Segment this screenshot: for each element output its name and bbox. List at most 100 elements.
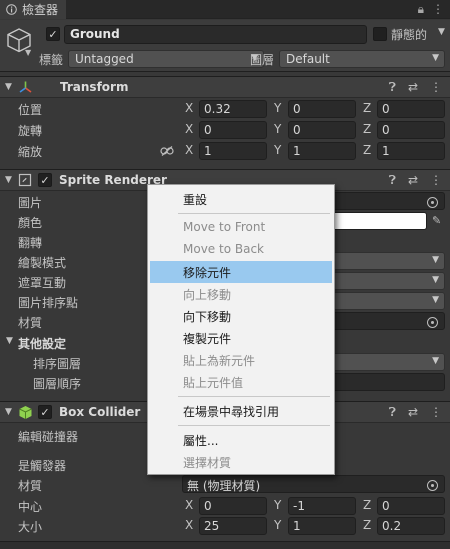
chevron-down-icon: ▼ [432,275,439,285]
static-dropdown-icon[interactable]: ▼ [438,27,445,37]
axis-y-label[interactable]: Y [274,101,281,115]
object-picker-icon[interactable] [427,317,438,328]
presets-icon[interactable]: ⇄ [408,173,418,188]
layer-label: 圖層 [250,53,275,67]
lock-icon[interactable]: 🔒︎ [418,2,424,17]
center-z-field[interactable]: 0 [377,497,445,515]
component-context-menu: 重設 Move to Front Move to Back 移除元件 向上移動 … [147,184,335,475]
menu-item-copy-component[interactable]: 複製元件 [150,327,332,349]
scale-row: 縮放 X 1 Y 1 Z 1 [0,141,450,161]
sprite-renderer-enabled-checkbox[interactable]: ✓ [38,173,52,187]
scale-y-field[interactable]: 1 [288,142,356,160]
menu-item-remove-component[interactable]: 移除元件 [150,261,332,283]
menu-item-properties[interactable]: 屬性... [150,429,332,451]
center-y-field[interactable]: -1 [288,497,356,515]
foldout-arrow-icon[interactable]: ▼ [5,175,12,185]
box-collider-enabled-checkbox[interactable]: ✓ [38,405,52,419]
object-picker-icon[interactable] [427,197,438,208]
order-in-layer-label: 圖層順序 [33,377,82,391]
kebab-menu-icon[interactable]: ⋮ [430,80,442,95]
axis-y-label[interactable]: Y [274,518,281,532]
size-z-field[interactable]: 0.2 [377,517,445,535]
box-collider-title: Box Collider [59,405,141,419]
active-checkbox[interactable]: ✓ [46,27,60,41]
tab-bar: 檢查器 🔒︎ ⋮ [0,0,450,19]
presets-icon[interactable]: ⇄ [408,80,418,95]
kebab-menu-icon[interactable]: ⋮ [430,173,442,188]
material-label: 材質 [18,316,43,330]
menu-item-paste-as-new[interactable]: 貼上為新元件 [150,349,332,371]
tab-inspector[interactable]: 檢查器 [0,0,67,19]
axis-z-label[interactable]: Z [363,122,371,136]
link-icon[interactable] [160,145,174,157]
kebab-menu-icon[interactable]: ⋮ [430,405,442,420]
collider-material-value: 無 (物理材質) [187,479,261,493]
tag-dropdown[interactable]: Untagged ▼ [68,50,264,68]
rotation-row: 旋轉 X 0 Y 0 Z 0 [0,120,450,140]
transform-header[interactable]: ▼ Transform ❓︎ ⇄ ⋮ [0,76,450,98]
axis-x-label[interactable]: X [185,143,193,157]
chevron-down-icon: ▼ [432,295,439,305]
collider-material-row: 材質 無 (物理材質) [0,475,450,495]
position-y-field[interactable]: 0 [288,100,356,118]
edit-collider-label: 編輯碰撞器 [18,430,79,444]
axis-z-label[interactable]: Z [363,518,371,532]
center-x-field[interactable]: 0 [199,497,267,515]
menu-item-move-to-back[interactable]: Move to Back [150,239,332,261]
collider-material-field[interactable]: 無 (物理材質) [182,475,445,493]
sprite-renderer-icon [18,173,32,187]
next-component-header [0,541,450,549]
foldout-arrow-icon[interactable]: ▼ [6,336,13,346]
is-trigger-label: 是觸發器 [18,459,67,473]
transform-icon [19,81,32,93]
rotation-y-field[interactable]: 0 [288,121,356,139]
axis-y-label[interactable]: Y [274,122,281,136]
menu-item-move-up[interactable]: 向上移動 [150,283,332,305]
scale-x-field[interactable]: 1 [199,142,267,160]
axis-y-label[interactable]: Y [274,498,281,512]
chevron-down-icon: ▼ [432,53,439,63]
menu-item-paste-values[interactable]: 貼上元件值 [150,371,332,393]
icon-dropdown-caret-icon[interactable]: ▼ [25,48,31,57]
menu-item-reset[interactable]: 重設 [150,188,332,210]
rotation-z-field[interactable]: 0 [377,121,445,139]
menu-item-move-down[interactable]: 向下移動 [150,305,332,327]
other-settings-label[interactable]: 其他設定 [18,335,66,352]
static-checkbox[interactable] [373,27,387,41]
position-x-field[interactable]: 0.32 [199,100,267,118]
axis-y-label[interactable]: Y [274,143,281,157]
object-picker-icon[interactable] [427,480,438,491]
axis-z-label[interactable]: Z [363,101,371,115]
scale-z-field[interactable]: 1 [377,142,445,160]
axis-x-label[interactable]: X [185,122,193,136]
menu-separator [178,425,330,426]
help-icon[interactable]: ❓︎ [389,80,396,95]
axis-x-label[interactable]: X [185,101,193,115]
axis-x-label[interactable]: X [185,518,193,532]
foldout-arrow-icon[interactable]: ▼ [5,82,12,92]
scale-label: 縮放 [18,145,43,159]
size-label: 大小 [18,520,43,534]
help-icon[interactable]: ❓︎ [389,173,396,188]
foldout-arrow-icon[interactable]: ▼ [5,407,12,417]
axis-z-label[interactable]: Z [363,143,371,157]
help-icon[interactable]: ❓︎ [389,405,396,420]
menu-item-select-material[interactable]: 選擇材質 [150,451,332,473]
presets-icon[interactable]: ⇄ [408,405,418,420]
menu-item-move-to-front[interactable]: Move to Front [150,217,332,239]
eyedropper-icon[interactable]: ✎ [432,214,441,227]
sort-point-label: 圖片排序點 [18,296,79,310]
static-label: 靜態的 [391,28,428,42]
rotation-x-field[interactable]: 0 [199,121,267,139]
size-x-field[interactable]: 25 [199,517,267,535]
position-z-field[interactable]: 0 [377,100,445,118]
size-y-field[interactable]: 1 [288,517,356,535]
menu-item-find-references[interactable]: 在場景中尋找引用 [150,400,332,422]
axis-z-label[interactable]: Z [363,498,371,512]
axis-x-label[interactable]: X [185,498,193,512]
center-label: 中心 [18,500,43,514]
gameobject-name-input[interactable]: Ground [64,25,367,44]
layer-dropdown[interactable]: Default ▼ [279,50,445,68]
color-label: 顏色 [18,216,43,230]
kebab-menu-icon[interactable]: ⋮ [432,2,444,17]
